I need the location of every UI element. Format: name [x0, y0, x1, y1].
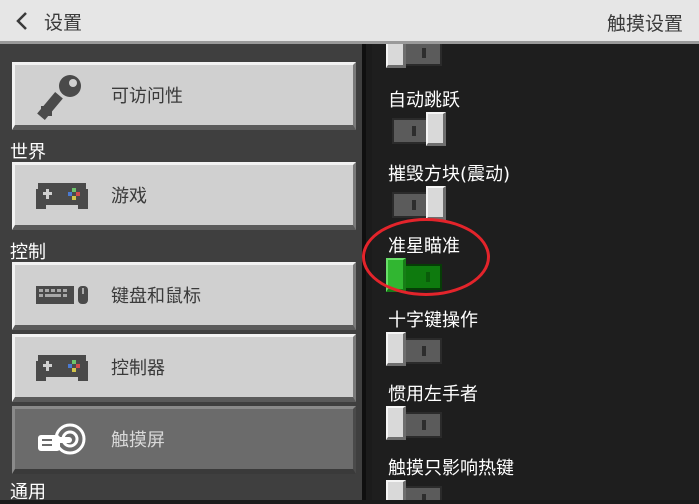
key-icon [27, 69, 97, 121]
sidebar-item-label: 触摸屏 [111, 430, 165, 451]
touch-settings-list: 自动跳跃 摧毁方块(震动) 准星瞄准 十字键操作 惯用左手者 触摸只影响热键 [372, 44, 699, 500]
setting-label-crosshair-aim: 准星瞄准 [388, 236, 460, 257]
section-label-world: 世界 [10, 142, 46, 163]
keyboard-mouse-icon [27, 269, 97, 321]
settings-sidebar: 可访问性 世界 游戏 控制 键盘和鼠标 控制器 触摸屏 通用 [0, 44, 366, 503]
gamepad-icon [27, 169, 97, 221]
sidebar-item-label: 可访问性 [111, 86, 183, 107]
back-button[interactable]: 设置 [12, 6, 82, 36]
toggle-left-handed[interactable] [386, 406, 446, 440]
page-title: 触摸设置 [606, 13, 683, 35]
toggle-touch-hotbar-only[interactable] [386, 480, 446, 500]
toggle-partial-top[interactable] [386, 44, 446, 68]
controller-icon [27, 341, 97, 393]
sidebar-item-label: 键盘和鼠标 [111, 286, 201, 307]
sidebar-item-touchscreen[interactable]: 触摸屏 [12, 406, 356, 474]
sidebar-item-label: 游戏 [111, 186, 147, 207]
setting-label-destroy-block-vibration: 摧毁方块(震动) [388, 164, 511, 185]
toggle-dpad[interactable] [386, 332, 446, 366]
sidebar-item-label: 控制器 [111, 358, 165, 379]
back-label: 设置 [44, 11, 83, 34]
sidebar-item-keyboard-mouse[interactable]: 键盘和鼠标 [12, 262, 356, 330]
sidebar-item-game[interactable]: 游戏 [12, 162, 356, 230]
section-label-general: 通用 [10, 482, 46, 503]
chevron-left-icon [16, 12, 27, 30]
header-bar: 设置 触摸设置 [0, 0, 699, 44]
toggle-destroy-block-vibration[interactable] [386, 186, 446, 220]
section-label-control: 控制 [10, 242, 46, 263]
setting-label-left-handed: 惯用左手者 [388, 384, 478, 405]
touch-hand-icon [27, 413, 97, 465]
toggle-crosshair-aim[interactable] [386, 258, 446, 292]
toggle-auto-jump[interactable] [386, 112, 446, 146]
setting-label-dpad: 十字键操作 [388, 310, 478, 331]
setting-label-touch-hotbar-only: 触摸只影响热键 [388, 458, 514, 479]
setting-label-auto-jump: 自动跳跃 [388, 90, 460, 111]
sidebar-item-controller[interactable]: 控制器 [12, 334, 356, 402]
sidebar-item-accessibility[interactable]: 可访问性 [12, 62, 356, 130]
